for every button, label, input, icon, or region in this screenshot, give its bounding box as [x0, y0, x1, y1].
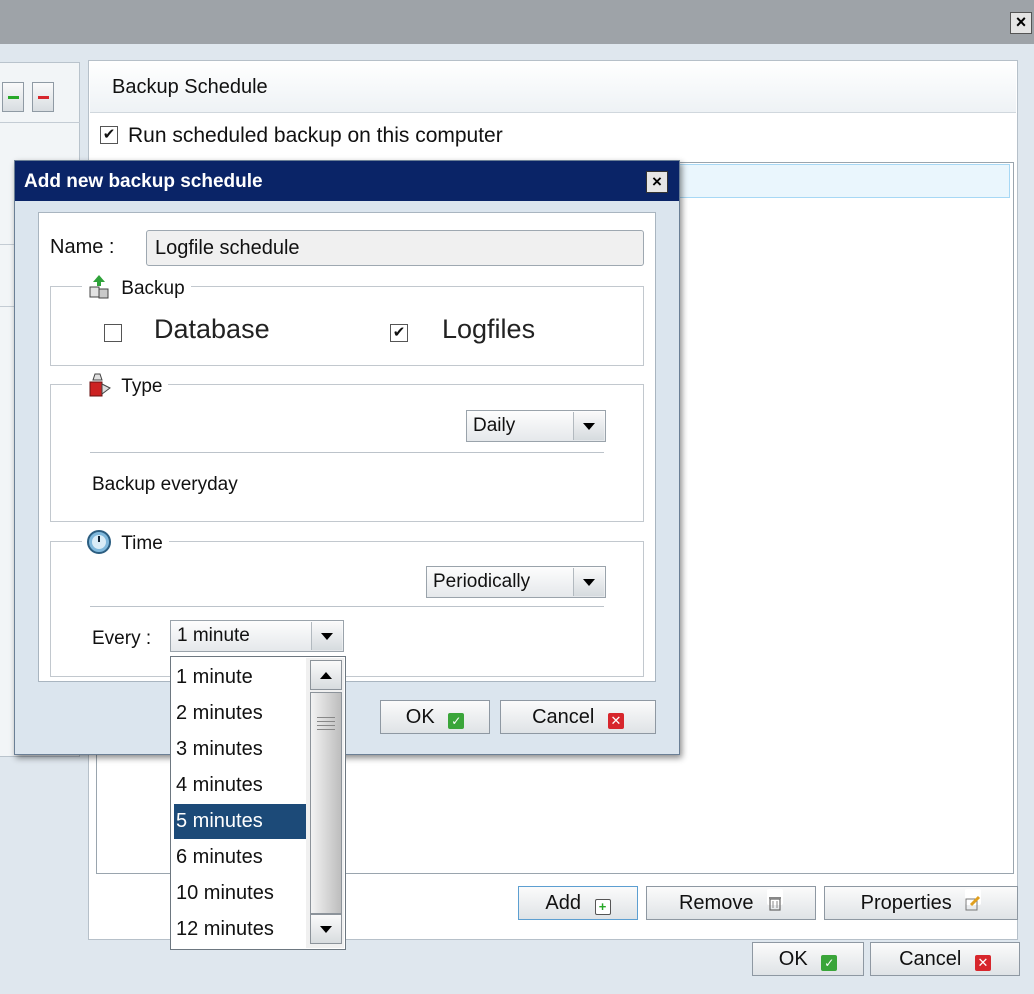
remove-item-button[interactable] — [32, 82, 54, 112]
backup-legend: Backup — [82, 274, 191, 300]
dropdown-option[interactable]: 4 minutes — [174, 768, 310, 803]
check-icon: ✓ — [448, 713, 465, 729]
dialog-close-button[interactable]: × — [646, 171, 668, 193]
dropdown-option[interactable]: 1 minute — [174, 660, 310, 695]
main-ok-label: OK — [778, 948, 808, 970]
add-schedule-button[interactable]: Add + — [518, 886, 638, 920]
dialog-ok-button[interactable]: OK ✓ — [380, 700, 490, 734]
grip-line — [317, 721, 335, 722]
run-scheduled-label: Run scheduled backup on this computer — [128, 124, 503, 147]
dropdown-option[interactable]: 6 minutes — [174, 840, 310, 875]
window-titlebar — [0, 0, 1034, 44]
x-icon: ✕ — [974, 955, 991, 971]
every-label: Every : — [92, 628, 152, 649]
type-select-value: Daily — [473, 415, 516, 436]
every-select-value: 1 minute — [177, 625, 250, 646]
main-ok-button[interactable]: OK ✓ — [752, 942, 864, 976]
add-item-button[interactable] — [2, 82, 24, 112]
type-divider — [90, 452, 604, 453]
plus-icon — [8, 96, 19, 99]
scroll-up-icon[interactable] — [310, 660, 342, 690]
dropdown-option[interactable]: 3 minutes — [174, 732, 310, 767]
time-divider — [90, 606, 604, 607]
type-legend-text: Type — [121, 376, 163, 397]
time-select-value: Periodically — [433, 571, 531, 592]
chevron-down-icon — [573, 568, 604, 596]
remove-schedule-button[interactable]: Remove — [646, 886, 816, 920]
dialog-cancel-label: Cancel — [532, 706, 595, 728]
grip-line — [317, 729, 335, 730]
every-select[interactable]: 1 minute — [170, 620, 344, 652]
chevron-down-icon — [311, 622, 342, 650]
x-icon: ✕ — [607, 713, 624, 729]
type-select[interactable]: Daily — [466, 410, 606, 442]
main-cancel-button[interactable]: Cancel ✕ — [870, 942, 1020, 976]
dropdown-option[interactable]: 12 minutes — [174, 912, 310, 947]
add-schedule-label: Add — [545, 892, 582, 914]
grip-line — [317, 717, 335, 718]
type-description: Backup everyday — [92, 474, 238, 495]
run-scheduled-checkbox[interactable]: ✔ — [100, 126, 118, 144]
time-group — [50, 541, 644, 677]
scroll-down-icon[interactable] — [310, 914, 342, 944]
type-group — [50, 384, 644, 522]
edit-icon — [965, 889, 982, 911]
time-legend: Time — [82, 529, 169, 555]
name-label: Name : — [50, 236, 115, 258]
dropdown-option[interactable]: 10 minutes — [174, 876, 310, 911]
chevron-down-icon — [573, 412, 604, 440]
remove-schedule-label: Remove — [678, 892, 754, 914]
dialog-ok-label: OK — [405, 706, 435, 728]
logfiles-checkbox[interactable]: ✔ — [390, 324, 408, 342]
backup-cubes-icon — [86, 274, 112, 300]
schedule-name-input[interactable]: Logfile schedule — [146, 230, 644, 266]
properties-button[interactable]: Properties — [824, 886, 1018, 920]
schedule-panel-title: Backup Schedule — [112, 76, 268, 98]
time-select[interactable]: Periodically — [426, 566, 606, 598]
left-divider — [0, 122, 80, 123]
scrollbar-thumb[interactable] — [310, 692, 342, 914]
dropdown-option[interactable]: 2 minutes — [174, 696, 310, 731]
minus-icon — [38, 96, 49, 99]
clock-icon — [86, 529, 112, 555]
backup-legend-text: Backup — [121, 278, 185, 299]
dialog-cancel-button[interactable]: Cancel ✕ — [500, 700, 656, 734]
check-icon: ✓ — [821, 955, 838, 971]
time-legend-text: Time — [121, 533, 163, 554]
database-label: Database — [154, 314, 270, 344]
logfiles-label: Logfiles — [442, 314, 536, 344]
type-cubes-icon — [86, 372, 112, 398]
dropdown-option-highlighted[interactable]: 5 minutes — [174, 804, 310, 839]
window-close-button[interactable]: × — [1010, 12, 1032, 34]
type-legend: Type — [82, 372, 169, 398]
grip-line — [317, 725, 335, 726]
dialog-title: Add new backup schedule — [24, 171, 263, 192]
trash-icon — [767, 889, 784, 911]
main-cancel-label: Cancel — [899, 948, 962, 970]
add-square-icon: + — [594, 899, 611, 915]
database-checkbox[interactable] — [104, 324, 122, 342]
properties-label: Properties — [860, 892, 952, 914]
